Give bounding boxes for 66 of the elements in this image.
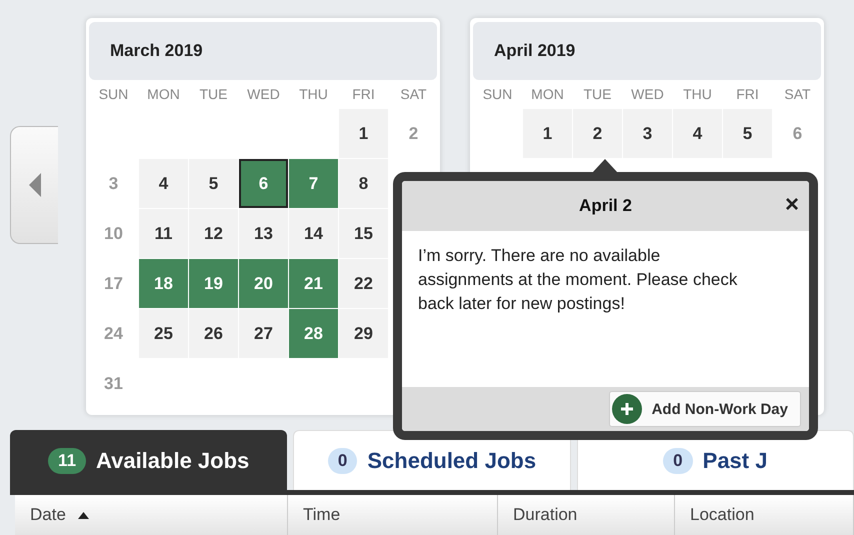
weekday-label: SAT [783, 85, 812, 104]
day-cell[interactable]: 7 [289, 159, 338, 208]
weekday-label: MON [530, 85, 565, 104]
day-cell[interactable]: 5 [189, 159, 238, 208]
close-button[interactable]: × [780, 193, 803, 217]
left-arrow-icon [28, 173, 40, 197]
tab[interactable]: 11 Available Jobs [10, 430, 288, 490]
day-cell[interactable]: 8 [339, 159, 388, 208]
day-cell[interactable]: 1 [339, 109, 388, 158]
weekday-label: SAT [399, 85, 428, 104]
day-cell[interactable]: 4 [139, 159, 188, 208]
weekday-label: TUE [582, 85, 612, 104]
day-cell[interactable]: 18 [139, 259, 188, 308]
day-cell[interactable]: 2 [573, 109, 622, 158]
tab-label: Available Jobs [96, 448, 250, 474]
count-badge: 0 [663, 448, 693, 474]
column-label: Time [303, 505, 340, 525]
weekday-label: THU [682, 85, 713, 104]
day-cell[interactable]: 29 [339, 309, 388, 358]
column-label: Date [30, 505, 66, 525]
popup-title: April 2 [579, 196, 632, 216]
weekday-label: WED [246, 85, 281, 104]
day-cell[interactable]: 4 [673, 109, 722, 158]
count-badge: 0 [328, 448, 358, 474]
day-cell[interactable]: 6 [239, 159, 288, 208]
weekday-label: WED [630, 85, 665, 104]
add-non-work-day-button[interactable]: Add Non-Work Day [608, 391, 801, 427]
tab[interactable]: 0 Scheduled Jobs [293, 430, 571, 490]
weekday-label: FRI [735, 85, 760, 104]
day-cell[interactable]: 3 [623, 109, 672, 158]
weekday-label: MON [146, 85, 181, 104]
day-cell[interactable]: 11 [139, 209, 188, 258]
weekday-label: TUE [198, 85, 228, 104]
count-badge: 11 [48, 448, 86, 474]
weekday-label: SUN [482, 85, 514, 104]
weekday-label: THU [298, 85, 329, 104]
day-cell[interactable]: 19 [189, 259, 238, 308]
column-header[interactable]: Duration [498, 495, 675, 535]
month-title: April 2019 [494, 41, 576, 61]
day-cell[interactable]: 25 [139, 309, 188, 358]
column-label: Duration [513, 505, 578, 525]
tab-label: Scheduled Jobs [367, 448, 536, 474]
previous-month-button[interactable] [10, 126, 58, 244]
sort-ascending-icon [78, 512, 89, 518]
day-cell[interactable]: 28 [289, 309, 338, 358]
popup-message: I’m sorry. There are no available assignments at the moment. Please check back later for new postings! [418, 245, 738, 315]
month-title: March 2019 [110, 41, 203, 61]
plus-icon [612, 394, 642, 424]
tab-label: Past J [702, 448, 768, 474]
day-cell[interactable]: 22 [339, 259, 388, 308]
weekday-label: FRI [351, 85, 376, 104]
day-cell[interactable]: 13 [239, 209, 288, 258]
day-cell[interactable]: 21 [289, 259, 338, 308]
column-header[interactable]: Time [288, 495, 498, 535]
day-cell[interactable]: 12 [189, 209, 238, 258]
day-cell[interactable]: 1 [523, 109, 572, 158]
column-header[interactable]: Date [15, 495, 288, 535]
day-cell[interactable]: 27 [239, 309, 288, 358]
day-cell[interactable]: 26 [189, 309, 238, 358]
day-cell[interactable]: 15 [339, 209, 388, 258]
weekday-label: SUN [98, 85, 130, 104]
column-label: Location [690, 505, 754, 525]
day-cell[interactable]: 20 [239, 259, 288, 308]
day-cell[interactable]: 5 [723, 109, 772, 158]
day-cell[interactable]: 14 [289, 209, 338, 258]
column-header[interactable]: Location [675, 495, 854, 535]
